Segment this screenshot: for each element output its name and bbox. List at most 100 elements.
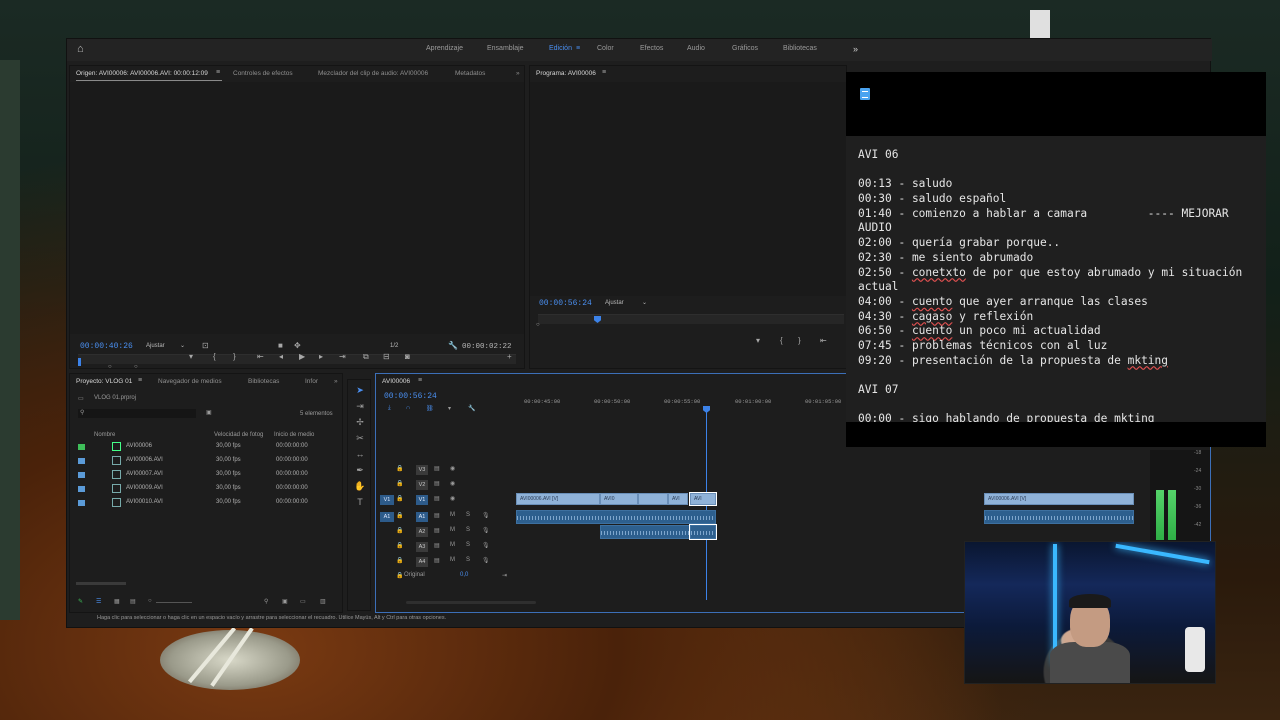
- panel-menu-icon[interactable]: ≡: [216, 69, 220, 76]
- mark-out-icon[interactable]: }: [233, 352, 236, 361]
- clip-a1[interactable]: [516, 510, 716, 524]
- go-to-end-icon[interactable]: ⇥: [502, 572, 507, 579]
- clip-v1[interactable]: AVI: [668, 493, 688, 505]
- eye-icon[interactable]: ◉: [450, 465, 455, 472]
- nest-icon[interactable]: ⤓: [388, 405, 391, 412]
- misspelled-word[interactable]: conetxto: [912, 266, 966, 279]
- stop-icon[interactable]: ■: [278, 341, 283, 350]
- clip-v1[interactable]: AVI00006.AVI [V]: [984, 493, 1134, 505]
- chevron-down-icon[interactable]: ⌄: [642, 299, 647, 306]
- label-color-swatch[interactable]: [78, 458, 85, 464]
- tab-origen[interactable]: Origen: AVI00006: AVI00006.AVI: 00:00:12…: [76, 70, 208, 77]
- microphone-icon[interactable]: 🎙: [482, 512, 490, 519]
- move-icon[interactable]: ✥: [294, 341, 301, 350]
- more-workspaces-icon[interactable]: »: [853, 44, 858, 54]
- mark-in-icon[interactable]: {: [213, 352, 216, 361]
- horizontal-scrollbar[interactable]: [76, 582, 126, 585]
- label-color-swatch[interactable]: [78, 472, 85, 478]
- snap-icon[interactable]: ∩: [406, 405, 410, 411]
- lock-icon[interactable]: 🔒: [396, 512, 403, 519]
- list-item[interactable]: AVI00009.AVI 30,00 fps 00:00:00:00: [70, 482, 330, 496]
- source-timecode[interactable]: 00:00:40:26: [80, 342, 133, 351]
- panel-menu-icon[interactable]: ≡: [418, 377, 422, 384]
- new-bin-icon[interactable]: ▣: [282, 598, 288, 605]
- pencil-icon[interactable]: ✎: [78, 598, 83, 605]
- clip-v1[interactable]: [638, 493, 668, 505]
- wrench-icon[interactable]: 🔧: [468, 405, 475, 412]
- lock-icon[interactable]: 🔒: [396, 495, 403, 502]
- wrench-icon[interactable]: 🔧: [448, 341, 458, 350]
- microphone-icon[interactable]: 🎙: [482, 527, 490, 534]
- track-a4-label[interactable]: A4: [416, 557, 428, 567]
- lock-icon[interactable]: 🔒: [396, 542, 403, 549]
- trash-icon[interactable]: ▥: [320, 598, 326, 605]
- tab-proyecto[interactable]: Proyecto: VLOG 01: [76, 378, 132, 385]
- go-to-out-icon[interactable]: ⇥: [339, 352, 346, 361]
- sync-lock-icon[interactable]: ▤: [434, 512, 440, 519]
- in-point-marker-icon[interactable]: ○: [108, 364, 112, 370]
- clip-a1[interactable]: [984, 510, 1134, 524]
- mark-in-icon[interactable]: {: [780, 336, 783, 345]
- slip-tool-icon[interactable]: ↔: [354, 448, 366, 460]
- solo-button[interactable]: S: [466, 557, 470, 563]
- play-icon[interactable]: ▶: [299, 352, 305, 361]
- list-item[interactable]: AVI00006 30,00 fps 00:00:00:00: [70, 440, 330, 454]
- master-volume[interactable]: 0,0: [460, 572, 468, 578]
- tab-navegador-medios[interactable]: Navegador de medios: [158, 378, 222, 385]
- camera-icon[interactable]: ◙: [405, 352, 410, 361]
- tab-aprendizaje[interactable]: Aprendizaje: [426, 45, 463, 52]
- col-velocidad[interactable]: Velocidad de fotog: [214, 432, 263, 438]
- pen-tool-icon[interactable]: ✒: [354, 464, 366, 476]
- program-time-ruler[interactable]: [538, 314, 844, 324]
- lock-icon[interactable]: 🔒: [396, 557, 403, 564]
- eye-icon[interactable]: ◉: [450, 480, 455, 487]
- out-point-marker-icon[interactable]: ○: [134, 364, 138, 370]
- source-resolution-dropdown[interactable]: 1/2: [390, 343, 398, 349]
- lock-icon[interactable]: 🔒: [396, 572, 403, 579]
- source-patch-v1[interactable]: V1: [380, 495, 394, 505]
- zoom-slider[interactable]: [156, 602, 192, 603]
- label-color-swatch[interactable]: [78, 444, 85, 450]
- track-v3-label[interactable]: V3: [416, 465, 428, 475]
- mute-button[interactable]: M: [450, 512, 455, 518]
- label-color-swatch[interactable]: [78, 500, 85, 506]
- mute-button[interactable]: M: [450, 527, 455, 533]
- more-tabs-icon[interactable]: »: [516, 70, 520, 77]
- icon-view-icon[interactable]: ▦: [114, 598, 120, 605]
- program-viewer[interactable]: [530, 82, 846, 296]
- zoom-slider-icon[interactable]: ○: [148, 598, 152, 604]
- col-inicio[interactable]: Inicio de medio: [274, 432, 314, 438]
- new-bin-icon[interactable]: ▣: [206, 409, 212, 416]
- misspelled-word[interactable]: mkting: [1128, 354, 1168, 367]
- program-fit-dropdown[interactable]: Ajustar: [605, 300, 624, 306]
- go-to-in-icon[interactable]: ⇤: [820, 336, 827, 345]
- microphone-icon[interactable]: 🎙: [482, 557, 490, 564]
- sync-lock-icon[interactable]: ▤: [434, 480, 440, 487]
- notepad-text-area[interactable]: AVI 06 00:13 - saludo 00:30 - saludo españ…: [858, 148, 1258, 422]
- tab-color[interactable]: Color: [597, 45, 614, 52]
- track-a1-label[interactable]: A1: [416, 512, 428, 522]
- linked-selection-icon[interactable]: ⛓: [426, 405, 434, 412]
- misspelled-word[interactable]: mkting: [1114, 412, 1154, 422]
- clip-v1-selected[interactable]: AVI: [689, 492, 717, 506]
- tab-ensamblaje[interactable]: Ensamblaje: [487, 45, 524, 52]
- tab-info[interactable]: Infor: [305, 378, 318, 385]
- ripple-edit-tool-icon[interactable]: ✢: [354, 416, 366, 428]
- clip-a2-selected[interactable]: [689, 524, 717, 540]
- mute-button[interactable]: M: [450, 557, 455, 563]
- tab-metadatos[interactable]: Metadatos: [455, 70, 485, 77]
- hamburger-icon[interactable]: ≡: [576, 45, 580, 52]
- misspelled-word[interactable]: cagaso: [912, 310, 952, 323]
- list-item[interactable]: AVI00006.AVI 30,00 fps 00:00:00:00: [70, 454, 330, 468]
- col-nombre[interactable]: Nombre: [94, 432, 115, 438]
- solo-button[interactable]: S: [466, 527, 470, 533]
- sync-lock-icon[interactable]: ▤: [434, 557, 440, 564]
- sync-lock-icon[interactable]: ▤: [434, 527, 440, 534]
- lock-icon[interactable]: 🔒: [396, 527, 403, 534]
- chevron-down-icon[interactable]: ⌄: [180, 342, 185, 349]
- list-item[interactable]: AVI00007.AVI 30,00 fps 00:00:00:00: [70, 468, 330, 482]
- marker-icon[interactable]: ▾: [189, 352, 193, 361]
- track-select-tool-icon[interactable]: ⇥: [354, 400, 366, 412]
- track-a2-label[interactable]: A2: [416, 527, 428, 537]
- sync-lock-icon[interactable]: ▤: [434, 542, 440, 549]
